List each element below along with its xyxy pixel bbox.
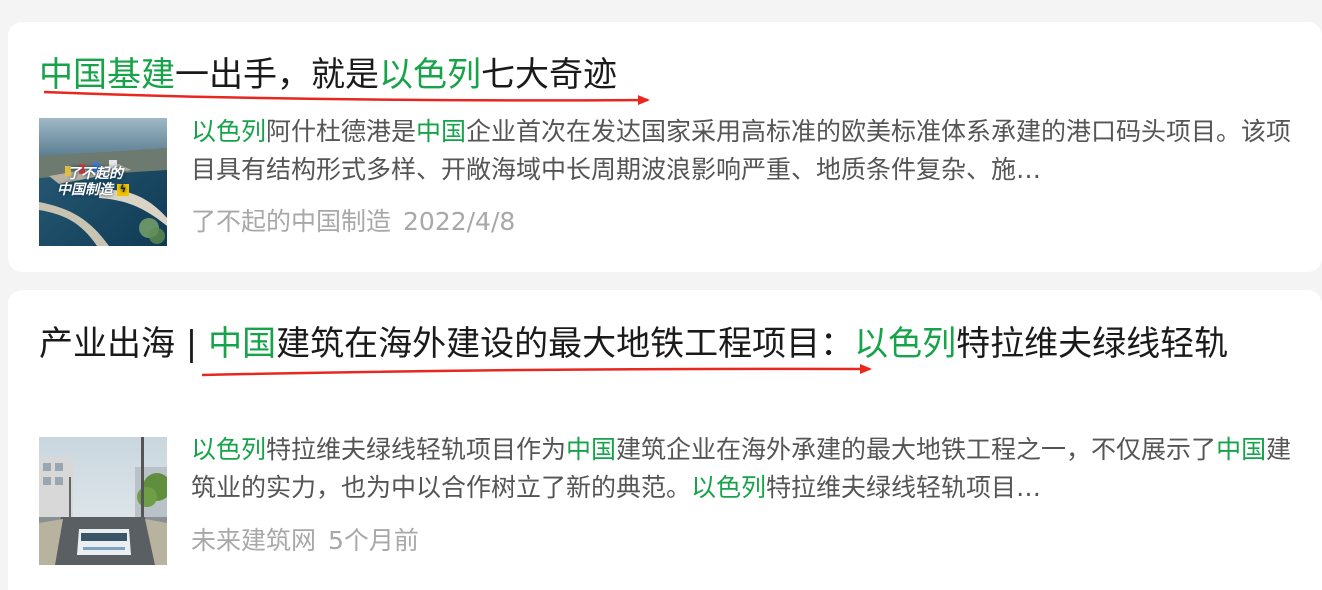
light-rail-station-image [39,437,167,565]
result-thumbnail[interactable] [39,437,167,565]
text-segment: 产业出海 | [39,324,209,364]
result-source[interactable]: 未来建筑网 [191,526,316,555]
thumbnail-caption: 了不起的 中国制造 ϟ [57,166,157,198]
search-result-card[interactable]: 产业出海 | 中国建筑在海外建设的最大地铁工程项目：以色列特拉维夫绿线轻轨 以色… [8,290,1322,590]
highlighted-keyword: 以色列 [854,324,957,364]
highlighted-keyword: 中国 [208,324,277,364]
search-result-card[interactable]: 中国基建一出手，就是以色列七大奇迹 了不起的 中国制造 ϟ 以色列阿什杜德港是中… [8,22,1322,272]
highlighted-keyword: 中国 [416,117,467,146]
highlighted-keyword: 以色列 [191,435,267,464]
highlighted-keyword: 中国 [566,435,617,464]
text-segment: 特拉维夫绿线轻轨项目作为 [266,435,567,464]
result-snippet: 以色列阿什杜德港是中国企业首次在发达国家采用高标准的欧美标准体系承建的港口码头项… [191,113,1292,189]
result-snippet: 以色列特拉维夫绿线轻轨项目作为中国建筑企业在海外承建的最大地铁工程之一，不仅展示… [191,431,1292,507]
text-segment: 七大奇迹 [481,55,617,95]
result-date: 2022/4/8 [403,207,516,236]
highlighted-keyword: 以色列 [691,473,767,502]
text-segment: 一出手，就是 [175,55,379,95]
text-segment: 建筑企业在海外承建的最大地铁工程之一，不仅展示了 [616,435,1217,464]
text-segment: 阿什杜德港是 [266,117,417,146]
highlighted-keyword: 以色列 [191,117,267,146]
lightning-icon: ϟ [117,184,129,196]
text-segment: 特拉维夫绿线轻轨 [956,324,1229,364]
result-title[interactable]: 产业出海 | 中国建筑在海外建设的最大地铁工程项目：以色列特拉维夫绿线轻轨 [39,318,1282,370]
text-segment: 建筑在海外建设的最大地铁工程项目： [276,324,855,364]
highlighted-keyword: 以色列 [379,55,481,95]
highlighted-keyword: 中国基建 [39,55,175,95]
result-meta: 未来建筑网 5个月前 [191,524,419,558]
result-source[interactable]: 了不起的中国制造 [191,207,391,236]
result-title[interactable]: 中国基建一出手，就是以色列七大奇迹 [39,49,1282,101]
text-segment: 特拉维夫绿线轻轨项目… [766,473,1042,502]
result-meta: 了不起的中国制造 2022/4/8 [191,205,515,239]
highlighted-keyword: 中国 [1216,435,1267,464]
result-date: 5个月前 [328,526,419,555]
result-thumbnail[interactable]: 了不起的 中国制造 ϟ [39,118,167,246]
